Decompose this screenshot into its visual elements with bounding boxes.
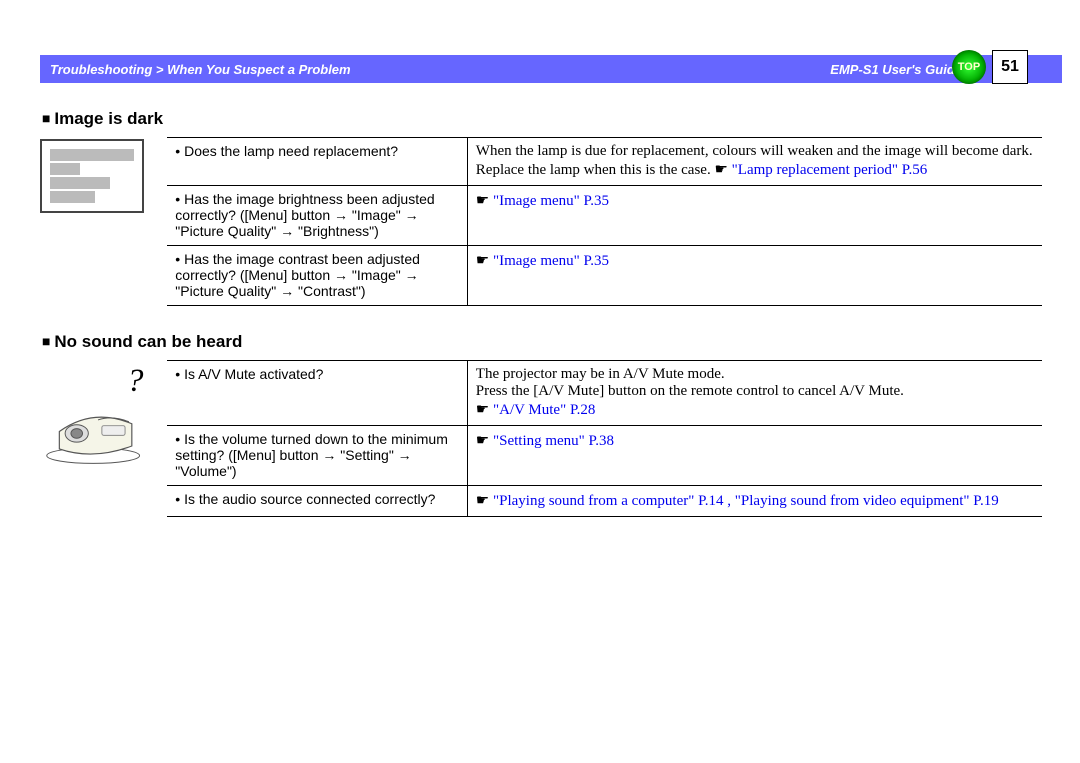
answer-text: The projector may be in A/V Mute mode. P… — [476, 366, 904, 399]
top-button-label: TOP — [958, 61, 980, 73]
table-row: Is the volume turned down to the minimum… — [167, 426, 1042, 486]
dark-bars-icon — [40, 139, 144, 213]
table-row: Has the image contrast been adjusted cor… — [167, 246, 1042, 306]
xref-link[interactable]: "Setting menu" P.38 — [493, 433, 614, 449]
svg-text:?: ? — [127, 363, 144, 399]
xref-link[interactable]: "Lamp replacement period" P.56 — [732, 162, 928, 178]
top-controls: TOP 51 — [952, 50, 1028, 84]
xref-link[interactable]: "Playing sound from a computer" P.14 , "… — [493, 493, 999, 509]
section-title-image-is-dark: Image is dark — [42, 109, 1042, 129]
icon-column — [40, 137, 159, 306]
content: Image is dark Does the lamp need replace… — [0, 109, 1080, 517]
top-button[interactable]: TOP — [952, 50, 986, 84]
xref-link[interactable]: "Image menu" P.35 — [493, 193, 609, 209]
trouble-table-2: Is A/V Mute activated? The projector may… — [167, 360, 1042, 517]
page-number-box: 51 — [992, 50, 1028, 84]
guide-title: EMP-S1 User's Guide — [830, 62, 962, 77]
answer-cell: ☛ "Image menu" P.35 — [467, 186, 1042, 246]
xref-link[interactable]: "Image menu" P.35 — [493, 253, 609, 269]
header-bar: Troubleshooting > When You Suspect a Pro… — [40, 55, 1062, 83]
trouble-table-1: Does the lamp need replacement? When the… — [167, 137, 1042, 306]
question-text: Is the audio source connected correctly? — [175, 491, 435, 507]
answer-cell: ☛ "Image menu" P.35 — [467, 246, 1042, 306]
breadcrumb: Troubleshooting > When You Suspect a Pro… — [50, 62, 351, 77]
question-text: Is A/V Mute activated? — [175, 366, 323, 382]
projector-question-icon: ? — [40, 362, 156, 472]
table-row: Is A/V Mute activated? The projector may… — [167, 361, 1042, 426]
question-text: Does the lamp need replacement? — [175, 143, 398, 159]
answer-cell: When the lamp is due for replacement, co… — [467, 138, 1042, 186]
answer-cell: ☛ "Setting menu" P.38 — [467, 426, 1042, 486]
table-row: Is the audio source connected correctly?… — [167, 486, 1042, 517]
section-title-no-sound: No sound can be heard — [42, 332, 1042, 352]
page: Troubleshooting > When You Suspect a Pro… — [0, 0, 1080, 763]
icon-column: ? — [40, 360, 159, 517]
question-text: Is the volume turned down to the minimum… — [175, 431, 448, 479]
section-image-is-dark: Does the lamp need replacement? When the… — [40, 137, 1042, 306]
table-row: Has the image brightness been adjusted c… — [167, 186, 1042, 246]
question-text: Has the image brightness been adjusted c… — [175, 191, 434, 239]
answer-cell: The projector may be in A/V Mute mode. P… — [467, 361, 1042, 426]
page-number: 51 — [1001, 58, 1019, 76]
question-text: Has the image contrast been adjusted cor… — [175, 251, 420, 299]
header-wrap: Troubleshooting > When You Suspect a Pro… — [0, 0, 1080, 83]
table-row: Does the lamp need replacement? When the… — [167, 138, 1042, 186]
answer-cell: ☛ "Playing sound from a computer" P.14 ,… — [467, 486, 1042, 517]
xref-link[interactable]: "A/V Mute" P.28 — [493, 402, 595, 418]
section-no-sound: ? Is A/V Mute activated? The projector m… — [40, 360, 1042, 517]
